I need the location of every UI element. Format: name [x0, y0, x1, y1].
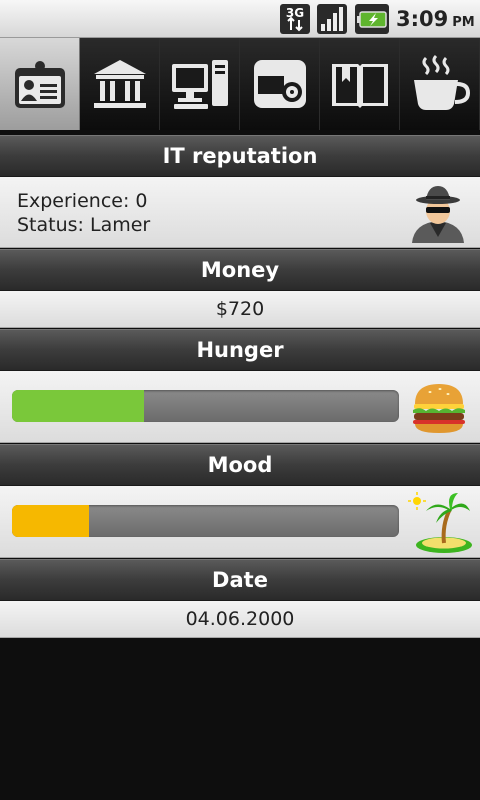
tab-bank[interactable]: [80, 38, 160, 130]
date-title: Date: [212, 568, 268, 592]
tab-computer[interactable]: [160, 38, 240, 130]
clock: 3:09 PM: [396, 7, 475, 31]
date-header: Date: [0, 559, 480, 601]
battery-charging-icon: [355, 4, 389, 34]
date-panel: 04.06.2000: [0, 601, 480, 638]
status-text: Status: Lamer: [17, 214, 151, 236]
book-icon: [331, 64, 388, 108]
signal-strength-icon: [317, 4, 347, 34]
hunger-progress-bar: [12, 390, 399, 422]
mood-progress-bar: [12, 505, 399, 537]
burger-icon: [413, 384, 465, 433]
reputation-header: IT reputation: [0, 135, 480, 177]
spy-avatar-icon: [412, 186, 464, 243]
svg-text:3G: 3G: [286, 6, 304, 20]
disk-drive-icon: [253, 60, 306, 108]
money-value: $720: [215, 298, 265, 320]
hunger-progress-fill: [12, 390, 144, 422]
reputation-info: Experience: 0 Status: Lamer: [17, 189, 150, 237]
tab-hardware[interactable]: [240, 38, 320, 130]
status-bar: 3G 3:09 PM: [0, 0, 480, 38]
network-3g-icon: 3G: [280, 4, 310, 34]
money-header: Money: [0, 249, 480, 291]
tab-cafe[interactable]: [400, 38, 480, 130]
coffee-cup-icon: [413, 54, 470, 110]
hunger-header: Hunger: [0, 329, 480, 371]
mood-header: Mood: [0, 444, 480, 486]
money-title: Money: [200, 258, 280, 282]
money-panel: $720: [0, 291, 480, 328]
palm-island-icon: [408, 492, 472, 553]
reputation-panel: Experience: 0 Status: Lamer: [0, 177, 480, 248]
computer-icon: [171, 60, 228, 109]
hunger-panel: [0, 371, 480, 443]
experience-text: Experience: 0: [17, 190, 148, 212]
hunger-title: Hunger: [196, 338, 284, 362]
tab-library[interactable]: [320, 38, 400, 130]
mood-progress-fill: [12, 505, 90, 537]
bank-icon: [93, 60, 146, 108]
tab-bar: [0, 38, 480, 130]
mood-panel: [0, 486, 480, 558]
tab-profile[interactable]: [0, 38, 80, 130]
date-value: 04.06.2000: [185, 608, 295, 630]
id-card-icon: [14, 61, 65, 108]
mood-title: Mood: [207, 453, 273, 477]
reputation-title: IT reputation: [162, 144, 318, 168]
